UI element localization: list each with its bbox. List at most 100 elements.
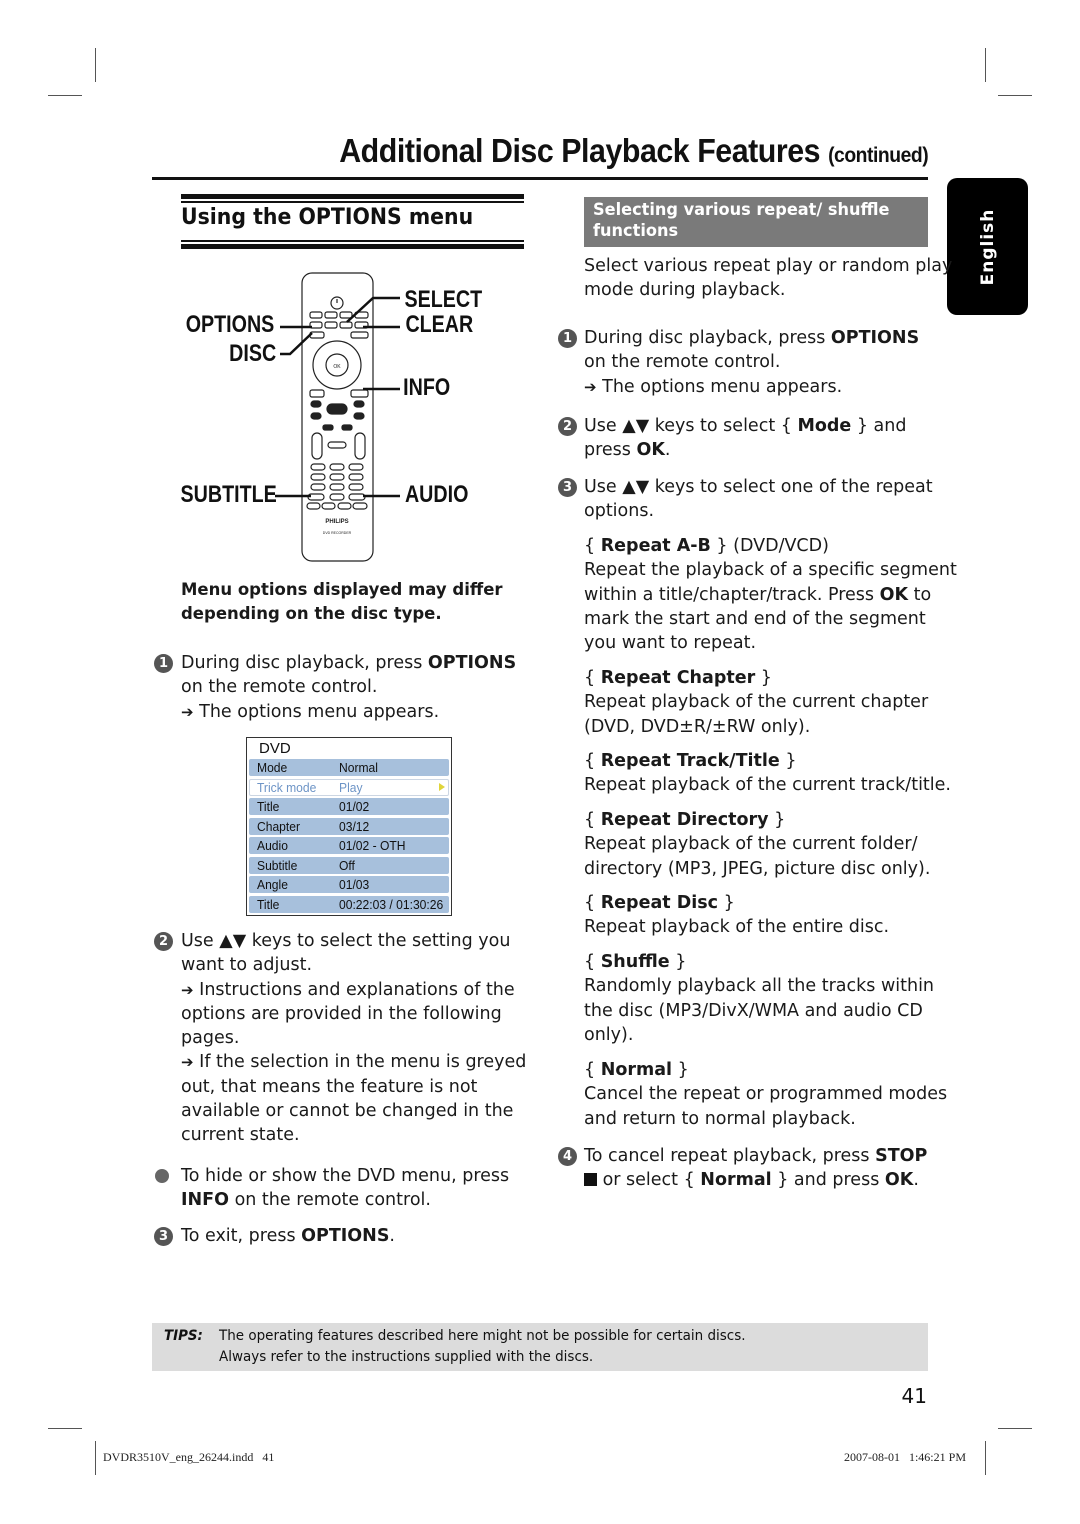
dvd-menu-row[interactable]: Title 01/02 — [249, 798, 449, 815]
section-rule — [181, 194, 524, 199]
heading-line: Selecting various repeat/ shuffle — [593, 200, 890, 220]
dvd-menu-row[interactable]: Subtitle Off — [249, 856, 449, 874]
repeat-option-desc: you want to repeat. — [584, 633, 757, 654]
intro-text: mode during playback. — [584, 280, 786, 301]
option-name: Shuffle — [600, 952, 670, 972]
section-heading-repeat-shuffle: Selecting various repeat/ shuffle functi… — [584, 197, 928, 247]
repeat-option-desc: Repeat playback of the entire disc. — [584, 917, 890, 938]
dvd-menu-row[interactable]: Chapter 03/12 — [249, 817, 449, 835]
left-step-1: During disc playback, press OPTIONS on t… — [181, 651, 516, 724]
right-step-2: Use ▲▼ keys to select { Mode } and press… — [584, 414, 906, 463]
repeat-option-desc: Repeat playback of the current folder/ — [584, 834, 918, 855]
step-number-badge: 2 — [154, 932, 173, 951]
repeat-option: { Repeat Directory } Repeat playback of t… — [584, 808, 930, 881]
repeat-option-desc: Cancel the repeat or programmed modes — [584, 1084, 948, 1105]
brace: } — [672, 1060, 689, 1080]
intro-text: Select various repeat play or random pla… — [584, 256, 953, 276]
disc-callout-line — [280, 332, 313, 356]
dvd-menu-row-key: Subtitle — [257, 857, 298, 873]
option-name: Repeat Track/Title — [600, 751, 780, 771]
dvd-menu-row-value: 01/02 - OTH — [339, 838, 406, 853]
key-name: OK — [636, 440, 665, 461]
title-rule — [152, 177, 928, 180]
repeat-option-desc: within a title/chapter/track. Press OK t… — [584, 584, 932, 605]
step-text: want to adjust. — [181, 955, 313, 976]
step-result: options are provided in the following — [181, 1003, 502, 1024]
repeat-option-title: { Shuffle } — [584, 950, 934, 974]
option-name: Normal — [700, 1170, 772, 1191]
arrow-right-icon: ➔ — [584, 377, 597, 396]
dvd-menu-row[interactable]: Mode Normal — [249, 759, 449, 776]
step-number-badge: 3 — [154, 1227, 173, 1246]
step-number-badge: 3 — [558, 478, 577, 497]
step-text: } and — [851, 416, 907, 436]
step-result: current state. — [181, 1125, 300, 1146]
play-arrow-icon — [439, 782, 445, 791]
dvd-menu-row-key: Chapter — [257, 818, 301, 834]
crop-mark — [998, 95, 1032, 96]
brace: { — [584, 893, 601, 913]
crop-mark — [985, 1441, 986, 1475]
dvd-menu-row[interactable]: Title 00:22:03 / 01:30:26 — [249, 895, 449, 913]
section-rule — [181, 240, 524, 242]
step-result: The options menu appears. — [602, 376, 843, 397]
step-text: During disc playback, press — [584, 328, 831, 348]
step-text: . — [664, 440, 671, 461]
step-text: Use ▲▼ keys to select one of the repeat — [584, 477, 933, 497]
dvd-menu-row[interactable]: Trick mode Play — [249, 778, 449, 796]
dvd-options-menu: DVD Mode Normal Trick mode Play Title 01/02 Ch… — [246, 737, 452, 916]
remote-label-select: SELECT — [404, 286, 483, 313]
step-text: } and press — [771, 1170, 885, 1191]
brace: } — [768, 810, 786, 830]
repeat-option-title: { Repeat A-B } (DVD/VCD) — [584, 534, 957, 558]
tips-text: The operating features described here mi… — [219, 1326, 746, 1367]
key-name: OPTIONS — [830, 328, 920, 348]
remote-label-clear: CLEAR — [405, 311, 474, 338]
step-result: pages. — [181, 1028, 240, 1049]
dvd-menu-row[interactable]: Angle 01/03 — [249, 876, 449, 893]
repeat-option-desc: only). — [584, 1024, 634, 1045]
info-bullet: To hide or show the DVD menu, press INFO… — [181, 1164, 509, 1213]
step-text: To cancel repeat playback, press — [584, 1146, 876, 1166]
arrow-right-icon: ➔ — [181, 980, 194, 999]
step-number-badge: 1 — [154, 654, 173, 673]
repeat-option-title: { Repeat Disc } — [584, 891, 889, 915]
option-name: Normal — [600, 1060, 673, 1080]
dvd-menu-row-key: Audio — [257, 838, 288, 853]
heading-line: functions — [593, 221, 679, 241]
step-result: If the selection in the menu is greyed — [199, 1052, 527, 1073]
language-tab-label: English — [977, 208, 998, 285]
dvd-menu-row-key: Mode — [257, 760, 288, 775]
repeat-option: { Normal } Cancel the repeat or programme… — [584, 1058, 947, 1131]
crop-mark — [48, 95, 82, 96]
repeat-option-desc: directory (MP3, JPEG, picture disc only)… — [584, 858, 931, 879]
repeat-option: { Repeat Disc } Repeat playback of the en… — [584, 891, 889, 940]
key-name: OPTIONS — [301, 1226, 390, 1246]
key-name: OPTIONS — [427, 653, 517, 673]
repeat-option-desc: Randomly playback all the tracks within — [584, 976, 935, 997]
repeat-option-desc: the disc (MP3/DivX/WMA and audio CD — [584, 1000, 923, 1021]
step-text: Use ▲▼ keys to select the setting you — [181, 931, 511, 951]
key-name: OK — [884, 1170, 914, 1191]
right-step-3: Use ▲▼ keys to select one of the repeat … — [584, 475, 933, 524]
dvd-menu-row-key: Angle — [257, 877, 288, 892]
language-tab: English — [947, 178, 1028, 315]
dvd-menu-row-value: 00:22:03 / 01:30:26 — [339, 896, 444, 912]
repeat-option: { Repeat Track/Title } Repeat playback of… — [584, 749, 951, 798]
step-text: Use ▲▼ keys to select { — [584, 416, 798, 436]
section-heading-options: Using the OPTIONS menu — [181, 205, 474, 230]
note-line: depending on the disc type. — [181, 604, 442, 624]
remote-label-audio: AUDIO — [404, 481, 469, 508]
dvd-menu-row[interactable]: Audio 01/02 - OTH — [249, 837, 449, 854]
step-text: or select { — [597, 1170, 701, 1191]
repeat-option: { Repeat A-B } (DVD/VCD) Repeat the playb… — [584, 534, 957, 655]
step-text: To exit, press — [181, 1226, 302, 1246]
repeat-option-title: { Repeat Track/Title } — [584, 749, 951, 773]
section-rule — [181, 201, 524, 203]
dvd-menu-row-value: Play — [339, 779, 363, 795]
step-result: available or cannot be changed in the — [181, 1101, 514, 1122]
slug-filename: DVDR3510V_eng_26244.indd 41 — [103, 1450, 275, 1464]
left-step-3: To exit, press OPTIONS. — [181, 1224, 395, 1248]
repeat-option-desc: Repeat playback of the current track/tit… — [584, 775, 951, 796]
dvd-menu-row-value: 01/02 — [339, 799, 370, 814]
